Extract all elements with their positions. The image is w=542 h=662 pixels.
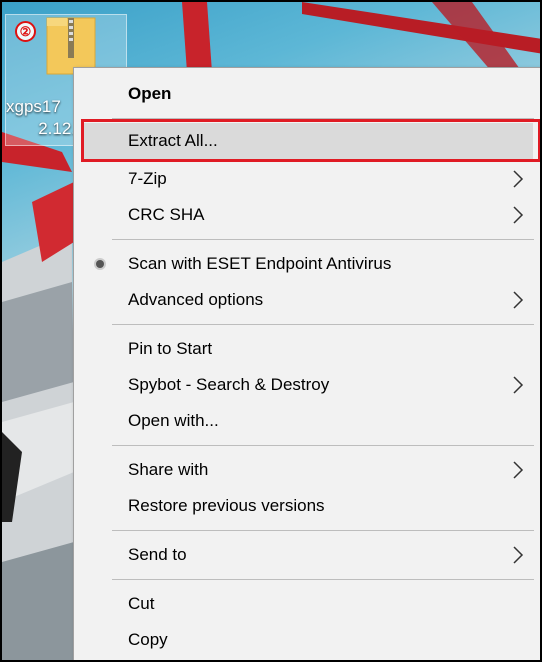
menu-item-eset-scan[interactable]: Scan with ESET Endpoint Antivirus	[82, 246, 533, 282]
menu-item-label: Pin to Start	[128, 339, 213, 358]
chevron-right-icon	[513, 291, 524, 309]
menu-item-label: Extract All...	[128, 131, 218, 150]
file-name-label[interactable]: xgps17 2.12.	[6, 96, 76, 140]
chevron-right-icon	[513, 546, 524, 564]
menu-item-label: Share with	[128, 460, 209, 479]
step-number-badge: ②	[15, 21, 36, 42]
menu-item-open-with[interactable]: Open with...	[82, 403, 533, 439]
screenshot-frame: ② xgps17 2.12. Open Extract All... 7-Zip…	[0, 0, 542, 662]
menu-item-open[interactable]: Open	[82, 76, 533, 112]
menu-separator	[112, 118, 534, 119]
menu-item-restore-previous-versions[interactable]: Restore previous versions	[82, 488, 533, 524]
context-menu: Open Extract All... 7-Zip CRC SHA Scan w…	[73, 67, 540, 660]
menu-item-label: Open	[128, 84, 172, 103]
menu-item-label: CRC SHA	[128, 205, 205, 224]
menu-item-label: Spybot - Search & Destroy	[128, 375, 330, 394]
menu-item-label: Scan with ESET Endpoint Antivirus	[128, 254, 392, 273]
menu-item-extract-all[interactable]: Extract All...	[82, 123, 533, 159]
menu-item-spybot[interactable]: Spybot - Search & Destroy	[82, 367, 533, 403]
menu-item-share-with[interactable]: Share with	[82, 452, 533, 488]
menu-separator	[112, 530, 534, 531]
menu-item-advanced-options[interactable]: Advanced options	[82, 282, 533, 318]
menu-separator	[112, 445, 534, 446]
file-name-line1: xgps17	[6, 97, 61, 116]
menu-item-label: Open with...	[128, 411, 219, 430]
menu-item-7zip[interactable]: 7-Zip	[82, 161, 533, 197]
menu-separator	[112, 239, 534, 240]
menu-item-cut[interactable]: Cut	[82, 586, 533, 622]
menu-item-send-to[interactable]: Send to	[82, 537, 533, 573]
menu-separator	[112, 579, 534, 580]
menu-item-label: 7-Zip	[128, 169, 167, 188]
chevron-right-icon	[513, 461, 524, 479]
menu-separator	[112, 324, 534, 325]
chevron-right-icon	[513, 170, 524, 188]
chevron-right-icon	[513, 206, 524, 224]
chevron-right-icon	[513, 376, 524, 394]
menu-item-label: Advanced options	[128, 290, 264, 309]
menu-item-copy[interactable]: Copy	[82, 622, 533, 658]
menu-item-label: Send to	[128, 545, 187, 564]
menu-item-crc-sha[interactable]: CRC SHA	[82, 197, 533, 233]
menu-item-label: Copy	[128, 630, 168, 649]
file-name-line2: 2.12.	[38, 119, 76, 138]
eset-icon	[96, 260, 104, 268]
menu-item-label: Cut	[128, 594, 155, 613]
menu-item-pin-to-start[interactable]: Pin to Start	[82, 331, 533, 367]
menu-item-label: Restore previous versions	[128, 496, 325, 515]
